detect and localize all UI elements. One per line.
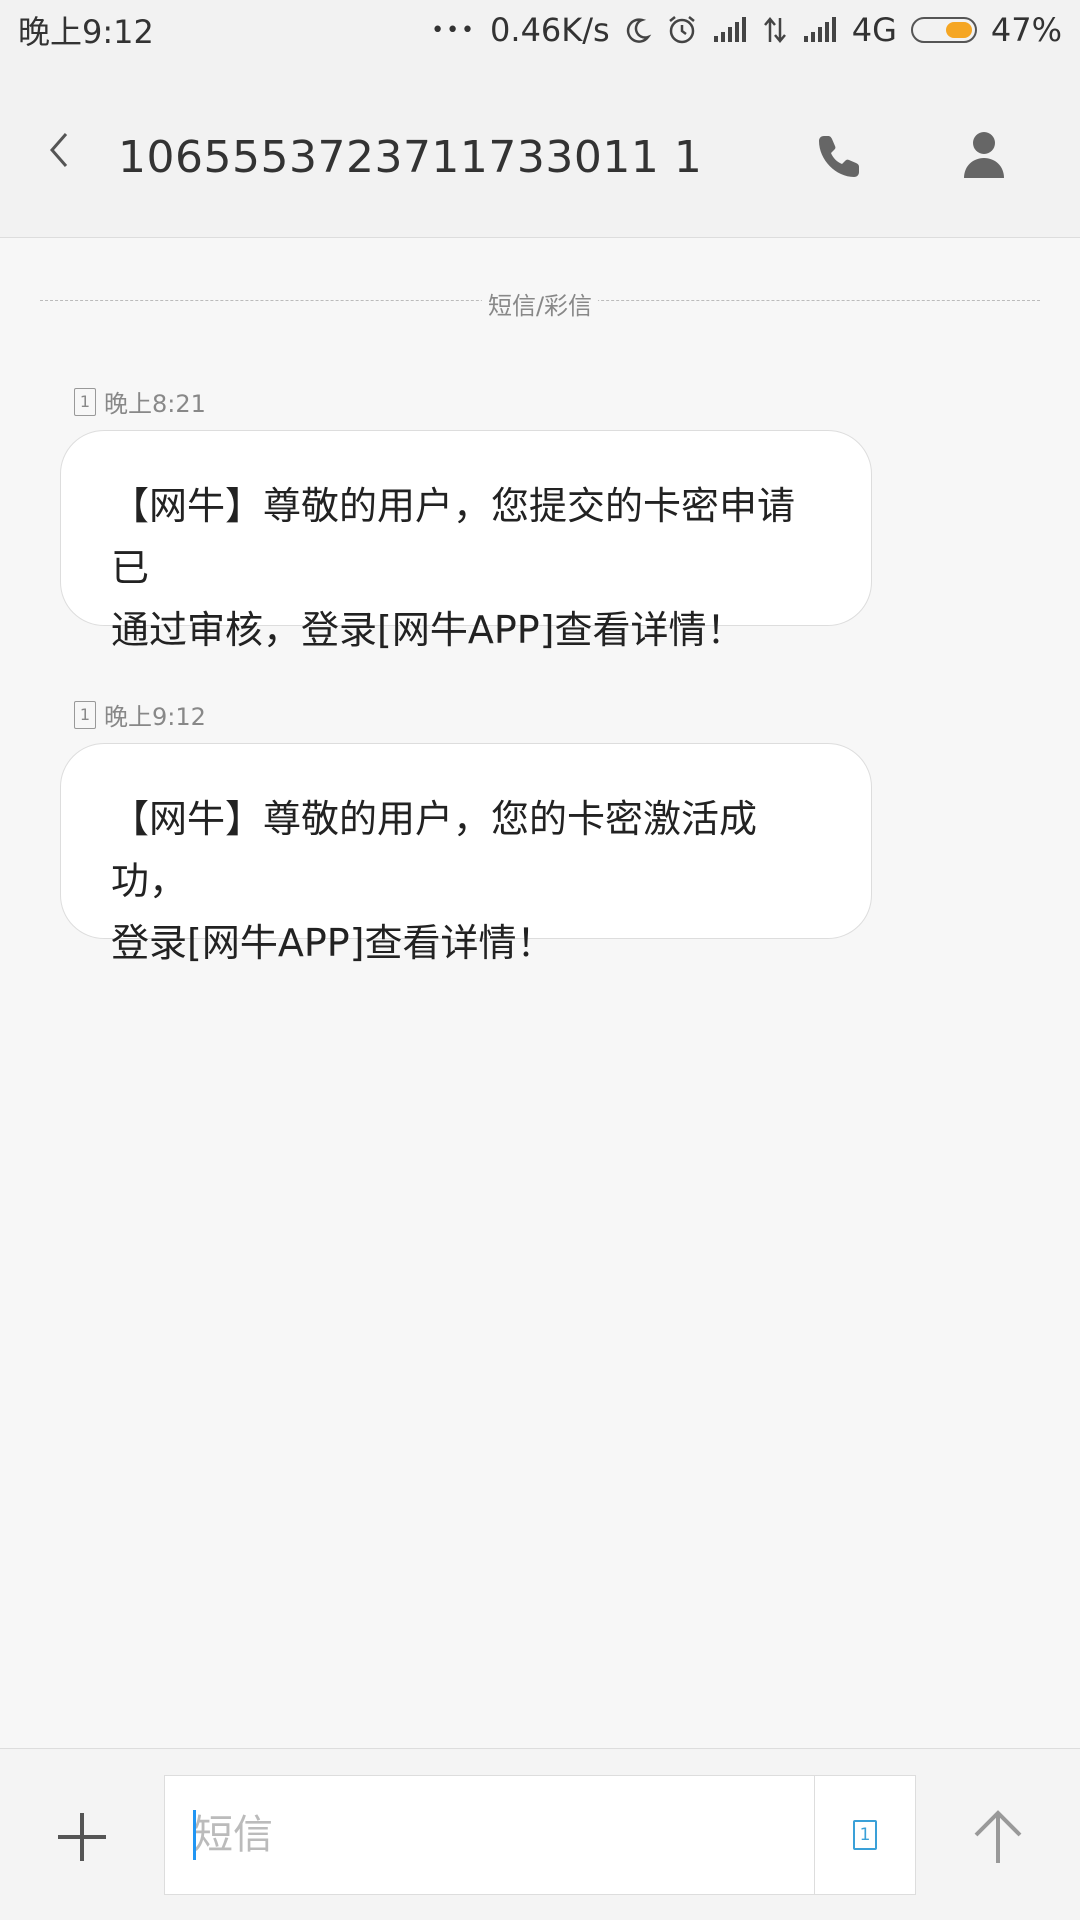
contact-info-button[interactable] bbox=[962, 130, 1006, 180]
send-button[interactable] bbox=[968, 1807, 1028, 1867]
message-text-line: 【网牛】尊敬的用户，您提交的卡密申请已 bbox=[111, 484, 796, 590]
text-cursor bbox=[193, 1810, 196, 1860]
data-transfer-icon bbox=[762, 16, 788, 44]
status-bar: 晚上9:12 ••• 0.46K/s 4G 47% bbox=[0, 0, 1080, 60]
channel-label: 短信/彩信 bbox=[481, 286, 599, 321]
sim-card-icon: 1 bbox=[74, 387, 96, 416]
network-speed: 0.46K/s bbox=[490, 11, 610, 49]
chevron-left-icon bbox=[50, 133, 68, 167]
conversation-header: 1065553723711733011 1 bbox=[0, 60, 1080, 238]
back-button[interactable] bbox=[40, 130, 80, 170]
message-text-line: 通过审核，登录[网牛APP]查看详情！ bbox=[111, 608, 745, 652]
person-icon bbox=[964, 132, 1004, 178]
signal-strength-icon bbox=[712, 16, 748, 44]
message-meta: 1 晚上9:12 bbox=[74, 697, 206, 732]
compose-bar: 1 bbox=[0, 1748, 1080, 1920]
more-notifications-icon: ••• bbox=[431, 17, 477, 43]
network-type: 4G bbox=[851, 11, 897, 49]
sim-select-button[interactable]: 1 bbox=[814, 1776, 915, 1894]
message-time: 晚上8:21 bbox=[104, 390, 206, 418]
contact-number: 1065553723711733011 1 bbox=[118, 132, 703, 183]
sim-card-icon: 1 bbox=[74, 700, 96, 729]
phone-icon bbox=[819, 136, 859, 177]
compose-field: 1 bbox=[164, 1775, 916, 1895]
plus-icon bbox=[58, 1813, 106, 1861]
arrow-up-icon bbox=[974, 1810, 1022, 1863]
message-bubble[interactable]: 【网牛】尊敬的用户，您的卡密激活成功， 登录[网牛APP]查看详情！ bbox=[60, 743, 872, 965]
status-icons: ••• 0.46K/s 4G 47% bbox=[431, 11, 1062, 49]
battery-percent: 47% bbox=[990, 11, 1062, 49]
sim-card-icon: 1 bbox=[853, 1820, 877, 1850]
call-button[interactable] bbox=[816, 132, 864, 180]
message-bubble[interactable]: 【网牛】尊敬的用户，您提交的卡密申请已 通过审核，登录[网牛APP]查看详情！ bbox=[60, 430, 872, 652]
message-text-line: 登录[网牛APP]查看详情！ bbox=[111, 921, 555, 965]
battery-icon bbox=[910, 17, 977, 43]
message-time: 晚上9:12 bbox=[104, 703, 206, 731]
add-attachment-button[interactable] bbox=[56, 1811, 108, 1863]
message-text-line: 【网牛】尊敬的用户，您的卡密激活成功， bbox=[111, 797, 758, 903]
status-time: 晚上9:12 bbox=[18, 13, 154, 51]
message-input[interactable] bbox=[193, 1776, 753, 1894]
moon-icon bbox=[624, 16, 652, 44]
signal-strength-icon-2 bbox=[802, 16, 838, 44]
battery-level bbox=[945, 22, 972, 38]
message-meta: 1 晚上8:21 bbox=[74, 384, 206, 419]
channel-divider: 短信/彩信 bbox=[40, 286, 1040, 321]
alarm-icon bbox=[666, 14, 698, 46]
